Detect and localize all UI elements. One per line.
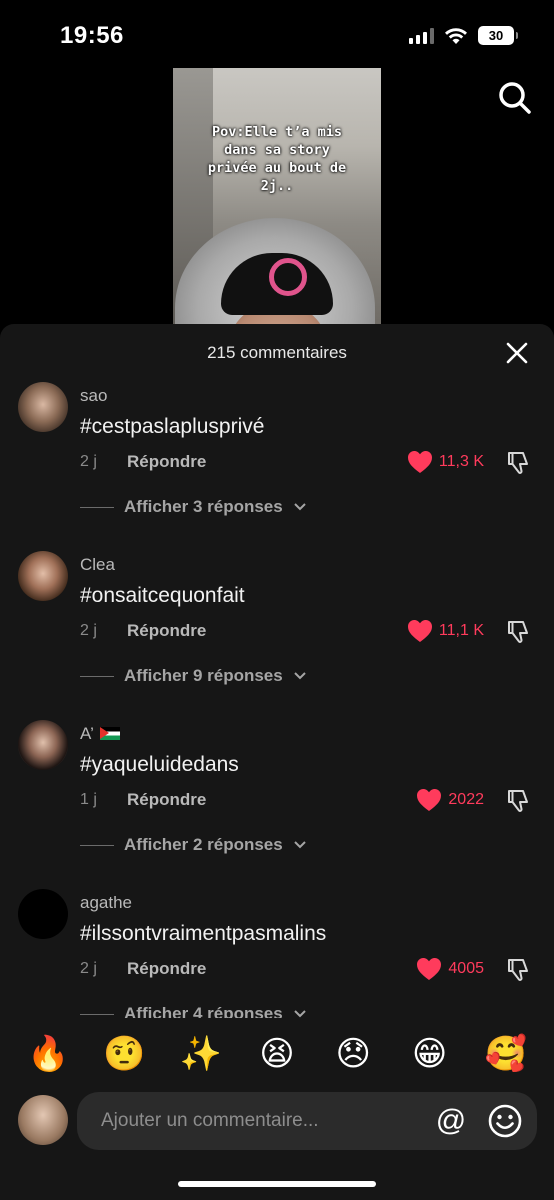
emoji-disappointed-button[interactable]: 😞 bbox=[329, 1034, 377, 1074]
home-indicator bbox=[178, 1181, 376, 1187]
replies-divider bbox=[80, 844, 114, 846]
like-count: 11,1 K bbox=[438, 622, 484, 639]
comment-text: #ilssontvraimentpasmalins bbox=[80, 922, 327, 945]
reply-button[interactable]: Répondre bbox=[127, 621, 206, 641]
comment-time: 2 j bbox=[80, 622, 97, 639]
comment-username[interactable]: Clea bbox=[80, 555, 115, 575]
status-icons: 30 bbox=[409, 26, 518, 45]
close-icon[interactable] bbox=[506, 342, 528, 364]
comment-username[interactable]: agathe bbox=[80, 893, 132, 913]
chevron-down-icon bbox=[294, 1010, 306, 1018]
avatar[interactable] bbox=[18, 382, 68, 432]
show-replies-label: Afficher 3 réponses bbox=[124, 497, 283, 516]
comment-time: 2 j bbox=[80, 453, 97, 470]
dislike-icon[interactable] bbox=[506, 619, 532, 645]
heart-icon bbox=[407, 620, 432, 642]
comment-text: #yaqueluidedans bbox=[80, 753, 239, 776]
emoji-grin-button[interactable]: 😁 bbox=[406, 1034, 454, 1074]
replies-divider bbox=[80, 1013, 114, 1015]
battery-icon: 30 bbox=[478, 26, 518, 45]
status-time: 19:56 bbox=[60, 22, 124, 49]
emoji-picker-icon[interactable] bbox=[487, 1103, 523, 1139]
reply-button[interactable]: Répondre bbox=[127, 790, 206, 810]
show-replies-button[interactable]: Afficher 2 réponses bbox=[80, 835, 307, 855]
dislike-icon[interactable] bbox=[506, 788, 532, 814]
video-beanie-logo bbox=[269, 258, 307, 296]
status-bar: 19:56 30 bbox=[0, 0, 554, 70]
dislike-icon[interactable] bbox=[506, 450, 532, 476]
comment-item: Clea #onsaitcequonfait 2 j Répondre 11,1… bbox=[0, 541, 554, 711]
replies-divider bbox=[80, 675, 114, 677]
avatar[interactable] bbox=[18, 551, 68, 601]
heart-icon bbox=[407, 451, 432, 473]
emoji-raised-eyebrow-button[interactable]: 🤨 bbox=[100, 1034, 148, 1074]
show-replies-button[interactable]: Afficher 3 réponses bbox=[80, 497, 307, 517]
palestine-flag-icon bbox=[99, 727, 120, 740]
comment-username[interactable]: sao bbox=[80, 386, 107, 406]
chevron-down-icon bbox=[294, 503, 306, 511]
heart-icon bbox=[417, 958, 442, 980]
mention-button[interactable]: @ bbox=[434, 1104, 468, 1138]
show-replies-label: Afficher 9 réponses bbox=[124, 666, 283, 685]
show-replies-label: Afficher 4 réponses bbox=[124, 1004, 283, 1018]
comment-item: sao #cestpaslaplusprivé 2 j Répondre 11,… bbox=[0, 372, 554, 542]
chevron-down-icon bbox=[294, 841, 306, 849]
battery-level: 30 bbox=[488, 28, 504, 43]
like-count: 2022 bbox=[448, 791, 484, 808]
wifi-icon bbox=[445, 27, 467, 44]
chevron-down-icon bbox=[294, 672, 306, 680]
avatar[interactable] bbox=[18, 889, 68, 939]
show-replies-label: Afficher 2 réponses bbox=[124, 835, 283, 854]
like-button[interactable]: 11,1 K bbox=[407, 619, 484, 643]
search-icon[interactable] bbox=[497, 80, 533, 116]
comment-text: #onsaitcequonfait bbox=[80, 584, 245, 607]
comment-item: A’ #yaqueluidedans 1 j Répondre 2022 Aff… bbox=[0, 710, 554, 880]
comment-username-text: A’ bbox=[80, 724, 94, 743]
like-count: 4005 bbox=[448, 960, 484, 977]
replies-divider bbox=[80, 506, 114, 508]
dislike-icon[interactable] bbox=[506, 957, 532, 983]
like-count: 11,3 K bbox=[438, 453, 484, 470]
comments-count-title: 215 commentaires bbox=[207, 343, 347, 362]
show-replies-button[interactable]: Afficher 4 réponses bbox=[80, 1004, 307, 1018]
reply-button[interactable]: Répondre bbox=[127, 452, 206, 472]
show-replies-button[interactable]: Afficher 9 réponses bbox=[80, 666, 307, 686]
reply-button[interactable]: Répondre bbox=[127, 959, 206, 979]
comments-list[interactable]: sao #cestpaslaplusprivé 2 j Répondre 11,… bbox=[0, 372, 554, 1018]
heart-icon bbox=[417, 789, 442, 811]
like-button[interactable]: 11,3 K bbox=[407, 450, 484, 474]
comment-input-row: @ bbox=[0, 1092, 554, 1152]
emoji-quick-bar: 🔥 🤨 ✨ 😫 😞 😁 🥰 bbox=[0, 1030, 554, 1078]
comment-username[interactable]: A’ bbox=[80, 724, 120, 744]
comment-time: 2 j bbox=[80, 960, 97, 977]
emoji-fire-button[interactable]: 🔥 bbox=[24, 1034, 72, 1074]
comment-time: 1 j bbox=[80, 791, 97, 808]
current-user-avatar bbox=[18, 1095, 68, 1145]
like-button[interactable]: 4005 bbox=[416, 957, 484, 981]
comment-input[interactable] bbox=[101, 1107, 421, 1135]
comment-input-container[interactable]: @ bbox=[77, 1092, 537, 1150]
comment-text: #cestpaslaplusprivé bbox=[80, 415, 265, 438]
comment-item: agathe #ilssontvraimentpasmalins 2 j Rép… bbox=[0, 879, 554, 1018]
like-button[interactable]: 2022 bbox=[416, 788, 484, 812]
video-preview[interactable]: Pov:Elle t’a mis dans sa story privée au… bbox=[173, 68, 381, 328]
emoji-hearts-face-button[interactable]: 🥰 bbox=[482, 1034, 530, 1074]
emoji-tired-face-button[interactable]: 😫 bbox=[253, 1034, 301, 1074]
emoji-sparkles-button[interactable]: ✨ bbox=[177, 1034, 225, 1074]
video-caption: Pov:Elle t’a mis dans sa story privée au… bbox=[207, 124, 347, 194]
avatar[interactable] bbox=[18, 720, 68, 770]
cellular-signal-icon bbox=[409, 27, 434, 44]
